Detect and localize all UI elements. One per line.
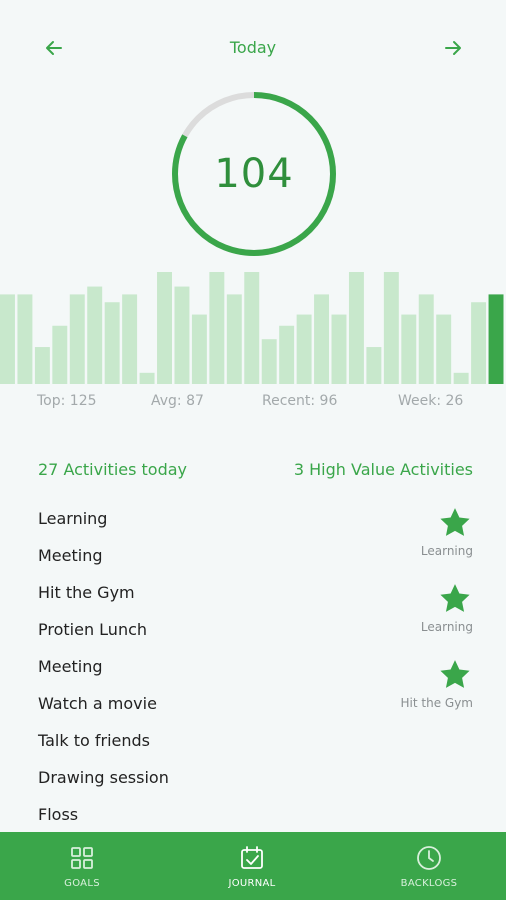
stat-top: Top: 125 (37, 393, 97, 409)
clock-icon (417, 846, 441, 870)
star-icon (440, 508, 470, 536)
page-title: Today (229, 38, 277, 57)
history-bar (69, 294, 85, 384)
tab-backlogs-label: BACKLOGS (400, 878, 458, 889)
activity-item[interactable]: Hit the Gym (38, 580, 298, 617)
history-bar (261, 339, 277, 384)
star-icon (440, 660, 470, 688)
history-bar (383, 272, 399, 384)
activity-item[interactable]: Watch a movie (38, 691, 298, 728)
score-value: 104 (214, 151, 294, 197)
history-bar (52, 325, 68, 384)
tab-backlogs[interactable]: BACKLOGS (359, 832, 499, 900)
history-bar (174, 286, 190, 384)
history-bar (34, 347, 50, 384)
bottom-navigation: GOALS JOURNAL BACKLOGS (0, 832, 506, 900)
history-bar (104, 302, 120, 384)
tab-journal-label: JOURNAL (228, 878, 276, 889)
history-bar (348, 272, 364, 384)
tab-goals[interactable]: GOALS (12, 832, 152, 900)
high-value-label: Hit the Gym (400, 696, 473, 710)
history-bar (366, 347, 382, 384)
header: Today (0, 28, 506, 68)
stats-row: Top: 125 Avg: 87 Recent: 96 Week: 26 (0, 393, 506, 415)
activity-item[interactable]: Drawing session (38, 765, 298, 802)
history-bar (279, 325, 295, 384)
activity-list: Learning Meeting Hit the Gym Protien Lun… (38, 506, 298, 839)
history-bar (209, 272, 225, 384)
high-value-label: Learning (420, 620, 473, 634)
history-bar (418, 294, 434, 384)
activity-item[interactable]: Meeting (38, 543, 298, 580)
history-bar (331, 314, 347, 384)
activity-item[interactable]: Protien Lunch (38, 617, 298, 654)
history-bar (122, 294, 138, 384)
history-bar (471, 302, 487, 384)
arrow-right-icon (445, 41, 461, 55)
history-bar (139, 372, 155, 384)
history-bar (157, 272, 172, 384)
high-value-count: 3 High Value Activities (293, 460, 473, 479)
activity-item[interactable]: Talk to friends (38, 728, 298, 765)
high-value-item[interactable]: Hit the Gym (313, 658, 473, 734)
history-bar (296, 314, 312, 384)
history-bar (401, 314, 417, 384)
summary-row: 27 Activities today 3 High Value Activit… (0, 460, 506, 484)
star-icon (440, 584, 470, 612)
high-value-item[interactable]: Learning (313, 506, 473, 582)
activity-item[interactable]: Meeting (38, 654, 298, 691)
next-day-button[interactable] (441, 36, 465, 60)
high-value-list: Learning Learning Hit the Gym (313, 506, 473, 734)
score-ring: 104 (170, 90, 338, 258)
stat-week: Week: 26 (398, 393, 464, 409)
high-value-label: Learning (420, 544, 473, 558)
history-bar-chart (0, 272, 504, 384)
history-bar (314, 294, 330, 384)
calendar-check-icon (241, 846, 263, 869)
activities-count: 27 Activities today (38, 460, 188, 479)
tab-journal[interactable]: JOURNAL (182, 832, 322, 900)
tab-goals-label: GOALS (64, 878, 100, 889)
history-bar (17, 294, 33, 384)
high-value-item[interactable]: Learning (313, 582, 473, 658)
history-bar-current (488, 294, 504, 384)
activity-item[interactable]: Learning (38, 506, 298, 543)
history-bar (87, 286, 103, 384)
history-bar (226, 294, 242, 384)
history-bar (453, 372, 469, 384)
history-bar (0, 294, 15, 384)
grid-icon (71, 847, 93, 869)
history-bar (436, 314, 452, 384)
history-bar (244, 272, 260, 384)
stat-avg: Avg: 87 (151, 393, 204, 409)
history-bar (191, 314, 207, 384)
stat-recent: Recent: 96 (262, 393, 338, 409)
